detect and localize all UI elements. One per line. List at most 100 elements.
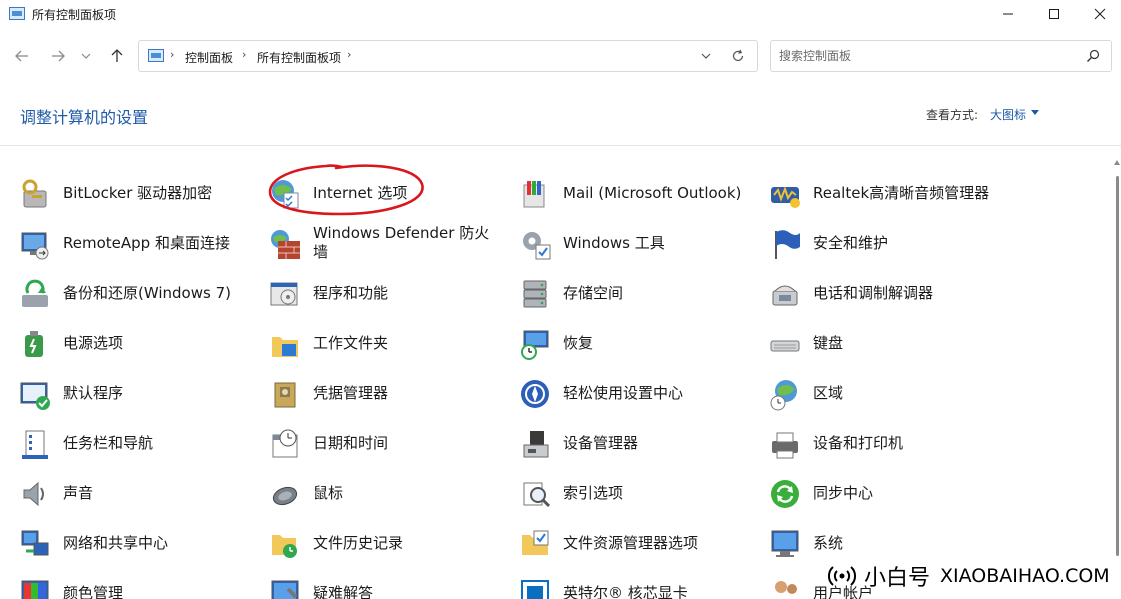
control-panel-item[interactable]: 安全和维护 (750, 218, 1000, 268)
item-label[interactable]: 电话和调制解调器 (813, 268, 993, 318)
control-panel-item[interactable]: 区域 (750, 368, 1000, 418)
address-bar[interactable]: › 控制面板 › 所有控制面板项 › (138, 40, 758, 72)
control-panel-item[interactable]: 设备管理器 (500, 418, 750, 468)
control-panel-item[interactable]: 任务栏和导航 (0, 418, 250, 468)
item-label[interactable]: 凭据管理器 (313, 368, 493, 418)
chevron-right-icon[interactable]: › (242, 48, 246, 61)
item-label[interactable]: 轻松使用设置中心 (563, 368, 743, 418)
control-panel-item[interactable]: 工作文件夹 (250, 318, 500, 368)
control-panel-item[interactable]: 存储空间 (500, 268, 750, 318)
arrow-right-icon (52, 50, 65, 62)
scroll-thumb[interactable] (1116, 176, 1119, 556)
arrow-left-icon (15, 50, 28, 62)
item-label[interactable]: 存储空间 (563, 268, 743, 318)
item-label[interactable]: 文件历史记录 (313, 518, 493, 568)
control-panel-item[interactable]: 声音 (0, 468, 250, 518)
control-panel-item[interactable]: 恢复 (500, 318, 750, 368)
chevron-right-icon[interactable]: › (347, 48, 351, 61)
item-label[interactable]: 颜色管理 (63, 568, 243, 599)
item-label[interactable]: 工作文件夹 (313, 318, 493, 368)
control-panel-item[interactable]: Windows 工具 (500, 218, 750, 268)
control-panel-item[interactable]: 凭据管理器 (250, 368, 500, 418)
item-label[interactable]: 同步中心 (813, 468, 993, 518)
maximize-button[interactable] (1031, 0, 1077, 28)
control-panel-item[interactable]: 疑难解答 (250, 568, 500, 599)
close-button[interactable] (1077, 0, 1121, 28)
control-panel-item[interactable]: 同步中心 (750, 468, 1000, 518)
search-box[interactable] (770, 40, 1112, 72)
control-panel-item[interactable]: 设备和打印机 (750, 418, 1000, 468)
control-panel-item[interactable]: 文件历史记录 (250, 518, 500, 568)
refresh-button[interactable] (729, 47, 747, 65)
caret-down-icon[interactable] (1031, 110, 1039, 115)
item-label[interactable]: 默认程序 (63, 368, 243, 418)
item-label[interactable]: 索引选项 (563, 468, 743, 518)
remoteapp-icon (18, 227, 52, 261)
control-panel-item[interactable]: 程序和功能 (250, 268, 500, 318)
search-input[interactable] (779, 47, 1069, 65)
item-label[interactable]: 声音 (63, 468, 243, 518)
back-button[interactable] (10, 44, 34, 68)
control-panel-item[interactable]: 英特尔® 核芯显卡 (500, 568, 750, 599)
control-panel-item[interactable]: 电话和调制解调器 (750, 268, 1000, 318)
color-management-icon (18, 577, 52, 599)
item-label[interactable]: 设备管理器 (563, 418, 743, 468)
item-label[interactable]: 区域 (813, 368, 993, 418)
item-label[interactable]: RemoteApp 和桌面连接 (63, 218, 243, 268)
control-panel-item[interactable]: 日期和时间 (250, 418, 500, 468)
control-panel-item[interactable]: 颜色管理 (0, 568, 250, 599)
view-by-dropdown[interactable]: 大图标 (990, 106, 1026, 123)
control-panel-item[interactable]: 文件资源管理器选项 (500, 518, 750, 568)
control-panel-item[interactable]: RemoteApp 和桌面连接 (0, 218, 250, 268)
breadcrumb-all-items[interactable]: 所有控制面板项 (257, 49, 341, 66)
item-label[interactable]: 文件资源管理器选项 (563, 518, 743, 568)
item-label[interactable]: 恢复 (563, 318, 743, 368)
item-label[interactable]: 程序和功能 (313, 268, 493, 318)
item-label[interactable]: Windows 工具 (563, 218, 743, 268)
item-label[interactable]: 疑难解答 (313, 568, 493, 599)
item-label[interactable]: Realtek高清晰音频管理器 (813, 168, 993, 218)
device-manager-icon (518, 427, 552, 461)
item-label[interactable]: 任务栏和导航 (63, 418, 243, 468)
region-icon (768, 377, 802, 411)
search-icon[interactable] (1085, 48, 1101, 64)
chevron-right-icon[interactable]: › (170, 48, 174, 61)
control-panel-item[interactable]: 鼠标 (250, 468, 500, 518)
control-panel-item[interactable]: 默认程序 (0, 368, 250, 418)
vertical-scrollbar[interactable] (1113, 146, 1121, 599)
item-label[interactable]: BitLocker 驱动器加密 (63, 168, 243, 218)
taskbar-icon (18, 427, 52, 461)
control-panel-item[interactable]: 网络和共享中心 (0, 518, 250, 568)
control-panel-item[interactable]: Mail (Microsoft Outlook) (500, 168, 750, 218)
divider (0, 145, 1121, 146)
scroll-up-icon[interactable] (1114, 160, 1120, 165)
item-label[interactable]: 设备和打印机 (813, 418, 993, 468)
item-label[interactable]: 鼠标 (313, 468, 493, 518)
recent-locations-button[interactable] (76, 44, 96, 68)
chevron-down-icon (81, 53, 91, 59)
view-by-label: 查看方式: (926, 108, 979, 122)
item-label[interactable]: 安全和维护 (813, 218, 993, 268)
minimize-button[interactable] (985, 0, 1031, 28)
item-label[interactable]: Mail (Microsoft Outlook) (563, 168, 743, 218)
item-label[interactable]: 网络和共享中心 (63, 518, 243, 568)
control-panel-item[interactable]: 轻松使用设置中心 (500, 368, 750, 418)
bitlocker-icon (18, 177, 52, 211)
item-label[interactable]: 键盘 (813, 318, 993, 368)
control-panel-item[interactable]: Realtek高清晰音频管理器 (750, 168, 1000, 218)
control-panel-item[interactable]: BitLocker 驱动器加密 (0, 168, 250, 218)
forward-button[interactable] (46, 44, 70, 68)
breadcrumb-control-panel[interactable]: 控制面板 (185, 49, 233, 66)
control-panel-item[interactable]: Windows Defender 防火墙 (250, 218, 500, 268)
control-panel-item[interactable]: 键盘 (750, 318, 1000, 368)
item-label[interactable]: 电源选项 (63, 318, 243, 368)
control-panel-item[interactable]: 索引选项 (500, 468, 750, 518)
control-panel-item[interactable]: 电源选项 (0, 318, 250, 368)
item-label[interactable]: 英特尔® 核芯显卡 (563, 568, 743, 599)
item-label[interactable]: Windows Defender 防火墙 (313, 218, 493, 268)
control-panel-item[interactable]: 备份和还原(Windows 7) (0, 268, 250, 318)
item-label[interactable]: 日期和时间 (313, 418, 493, 468)
up-button[interactable] (105, 44, 129, 68)
address-history-dropdown[interactable] (697, 47, 715, 65)
item-label[interactable]: 备份和还原(Windows 7) (63, 268, 243, 318)
